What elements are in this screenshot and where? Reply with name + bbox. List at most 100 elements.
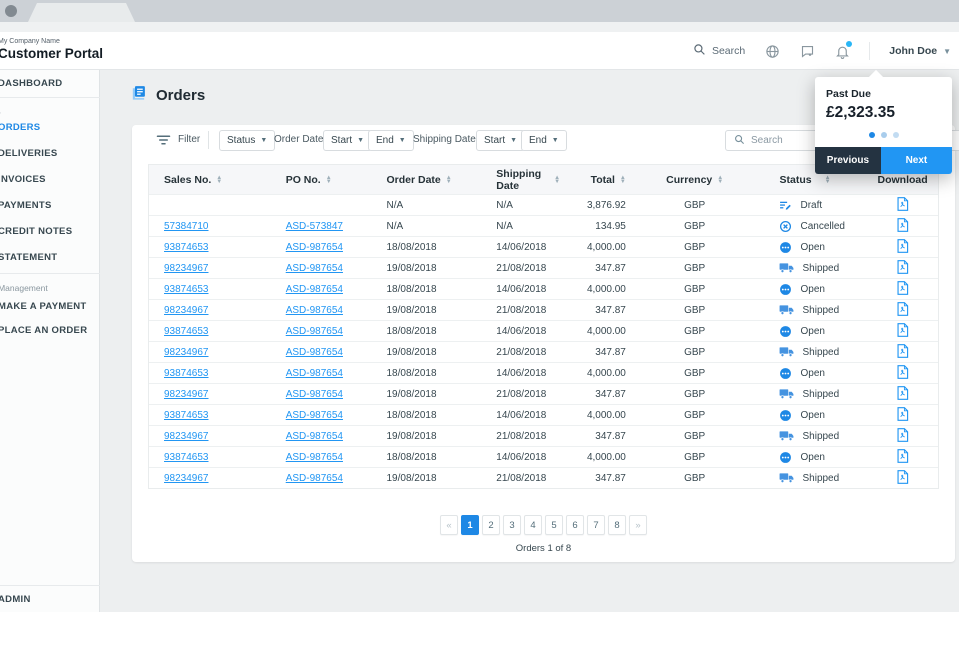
sidebar-item-dashboard[interactable]: DASHBOARD: [0, 77, 62, 91]
po-no-link[interactable]: ASD-987654: [286, 368, 343, 379]
download-pdf-icon[interactable]: [896, 428, 909, 442]
download-pdf-icon[interactable]: [896, 470, 909, 484]
status-label: Open: [800, 242, 824, 253]
sort-icon[interactable]: ▲▼: [620, 176, 626, 184]
shipped-icon: [779, 346, 794, 358]
po-no-link[interactable]: ASD-987654: [286, 410, 343, 421]
sidebar-item-admin[interactable]: ADMIN: [0, 593, 31, 607]
sales-no-cell: 98234967: [149, 305, 261, 316]
table-row: 93874653ASD-98765418/08/201814/06/20184,…: [149, 320, 938, 341]
shipped-icon: [779, 430, 794, 442]
download-pdf-icon[interactable]: [896, 197, 909, 211]
sort-icon[interactable]: ▲▼: [216, 176, 222, 184]
sidebar-item-credit-notes[interactable]: CREDIT NOTES: [0, 225, 72, 239]
sales-no-link[interactable]: 98234967: [164, 305, 209, 316]
page-button-4[interactable]: 4: [524, 515, 542, 535]
sidebar-item-statement[interactable]: STATEMENT: [0, 251, 57, 265]
download-pdf-icon[interactable]: [896, 386, 909, 400]
order-date-start-dropdown[interactable]: Start▼: [323, 130, 372, 151]
download-pdf-icon[interactable]: [896, 407, 909, 421]
download-pdf-icon[interactable]: [896, 365, 909, 379]
sort-icon[interactable]: ▲▼: [717, 176, 723, 184]
browser-tab[interactable]: [28, 3, 135, 22]
page-button-5[interactable]: 5: [545, 515, 563, 535]
page-button-7[interactable]: 7: [587, 515, 605, 535]
po-no-cell: ASD-987654: [261, 305, 356, 316]
download-pdf-icon[interactable]: [896, 344, 909, 358]
carousel-dot-2[interactable]: [881, 132, 887, 138]
chat-icon[interactable]: [799, 43, 815, 59]
page-button-8[interactable]: 8: [608, 515, 626, 535]
page-button-6[interactable]: 6: [566, 515, 584, 535]
po-no-link[interactable]: ASD-987654: [286, 347, 343, 358]
user-name: John Doe: [889, 45, 937, 57]
page-button-3[interactable]: 3: [503, 515, 521, 535]
po-no-link[interactable]: ASD-987654: [286, 263, 343, 274]
page-button-1[interactable]: 1: [461, 515, 479, 535]
sales-no-link[interactable]: 93874653: [164, 242, 209, 253]
sales-no-link[interactable]: 98234967: [164, 473, 209, 484]
shipping-date-cell: 14/06/2018: [455, 410, 560, 421]
globe-icon[interactable]: [764, 43, 780, 59]
prev-page-button[interactable]: «: [440, 515, 458, 535]
po-no-link[interactable]: ASD-987654: [286, 431, 343, 442]
page-button-2[interactable]: 2: [482, 515, 500, 535]
sort-icon[interactable]: ▲▼: [825, 176, 831, 184]
order-date-cell: 19/08/2018: [355, 305, 455, 316]
sidebar-item-deliveries[interactable]: DELIVERIES: [0, 147, 58, 161]
download-pdf-icon[interactable]: [896, 449, 909, 463]
po-no-link[interactable]: ASD-573847: [286, 221, 343, 232]
po-no-link[interactable]: ASD-987654: [286, 284, 343, 295]
download-pdf-icon[interactable]: [896, 260, 909, 274]
sidebar-item-orders[interactable]: ORDERS: [0, 121, 40, 135]
order-date-cell: 18/08/2018: [355, 368, 455, 379]
download-pdf-icon[interactable]: [896, 302, 909, 316]
sales-no-link[interactable]: 93874653: [164, 368, 209, 379]
carousel-dot-1[interactable]: [869, 132, 875, 138]
user-menu[interactable]: John Doe ▼: [889, 45, 951, 57]
status-label: Shipped: [802, 263, 839, 274]
sales-no-link[interactable]: 93874653: [164, 284, 209, 295]
order-date-end-dropdown[interactable]: End▼: [368, 130, 414, 151]
portal-title: Customer Portal: [0, 46, 103, 61]
po-no-link[interactable]: ASD-987654: [286, 305, 343, 316]
sales-no-link[interactable]: 93874653: [164, 410, 209, 421]
po-no-link[interactable]: ASD-987654: [286, 389, 343, 400]
status-filter-dropdown[interactable]: Status▼: [219, 130, 275, 151]
popup-next-button[interactable]: Next: [881, 147, 952, 174]
sidebar-item-place-an-order[interactable]: PLACE AN ORDER: [0, 324, 87, 338]
sales-no-cell: 93874653: [149, 452, 261, 463]
po-no-link[interactable]: ASD-987654: [286, 473, 343, 484]
sales-no-link[interactable]: 98234967: [164, 389, 209, 400]
bell-icon[interactable]: [834, 43, 850, 59]
sales-no-link[interactable]: 98234967: [164, 347, 209, 358]
po-no-link[interactable]: ASD-987654: [286, 242, 343, 253]
popup-previous-button[interactable]: Previous: [815, 147, 881, 174]
sales-no-link[interactable]: 93874653: [164, 326, 209, 337]
sales-no-link[interactable]: 98234967: [164, 431, 209, 442]
filter-label[interactable]: Filter: [178, 130, 200, 150]
sort-icon[interactable]: ▲▼: [446, 176, 452, 184]
download-pdf-icon[interactable]: [896, 281, 909, 295]
sidebar-item-payments[interactable]: PAYMENTS: [0, 199, 52, 213]
sidebar-item-invoices[interactable]: INVOICES: [0, 173, 46, 187]
next-page-button[interactable]: »: [629, 515, 647, 535]
download-pdf-icon[interactable]: [896, 323, 909, 337]
header-search-button[interactable]: Search: [693, 43, 745, 59]
sort-icon[interactable]: ▲▼: [326, 176, 332, 184]
status-label: Open: [800, 284, 824, 295]
download-pdf-icon[interactable]: [896, 218, 909, 232]
sales-no-link[interactable]: 98234967: [164, 263, 209, 274]
shipping-date-start-dropdown[interactable]: Start▼: [476, 130, 525, 151]
total-cell: 4,000.00: [560, 242, 630, 253]
carousel-dot-3[interactable]: [893, 132, 899, 138]
po-no-link[interactable]: ASD-987654: [286, 326, 343, 337]
order-date-filter-label: Order Date: [274, 130, 323, 150]
sidebar-item-make-a-payment[interactable]: MAKE A PAYMENT: [0, 300, 86, 314]
shipping-date-end-dropdown[interactable]: End▼: [521, 130, 567, 151]
sales-no-link[interactable]: 93874653: [164, 452, 209, 463]
sales-no-link[interactable]: 57384710: [164, 221, 209, 232]
download-pdf-icon[interactable]: [896, 239, 909, 253]
po-no-link[interactable]: ASD-987654: [286, 452, 343, 463]
table-body: N/AN/A3,876.92GBPDraft57384710ASD-573847…: [149, 194, 938, 488]
